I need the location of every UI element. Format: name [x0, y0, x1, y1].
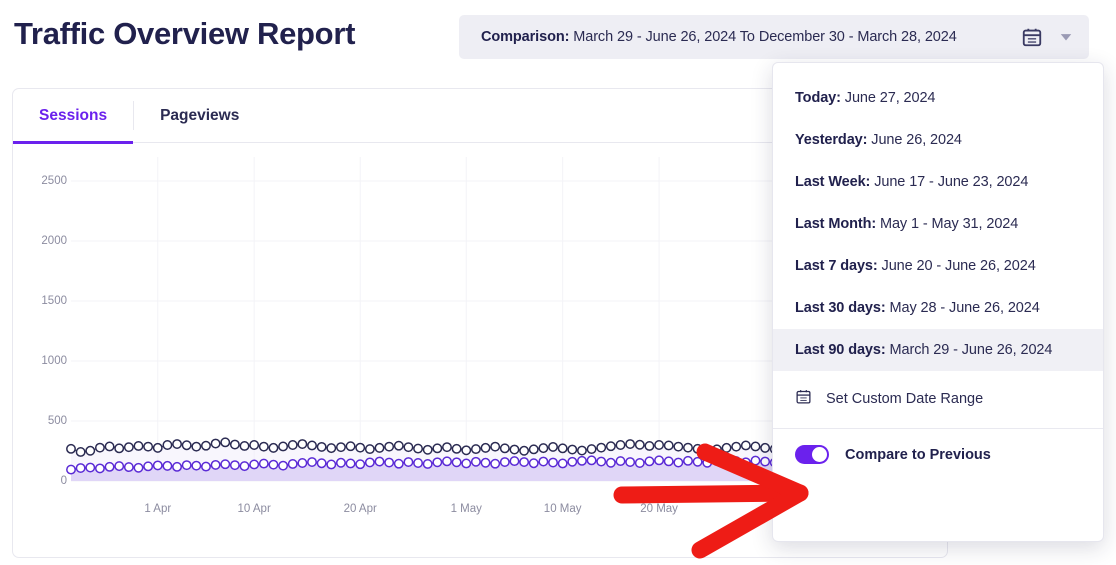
date-preset-term: Last Month:: [795, 216, 877, 232]
comparison-value: March 29 - June 26, 2024 To December 30 …: [573, 29, 957, 45]
set-custom-date-range-label: Set Custom Date Range: [826, 390, 984, 407]
traffic-overview-page: Traffic Overview Report Comparison: Marc…: [0, 0, 1116, 565]
set-custom-date-range-item[interactable]: Set Custom Date Range: [773, 375, 1103, 422]
date-preset-list: Today: June 27, 2024 Yesterday: June 26, …: [773, 63, 1103, 375]
date-preset-term: Today:: [795, 90, 841, 106]
date-preset-term: Last 90 days:: [795, 342, 886, 358]
calendar-icon[interactable]: [1021, 26, 1043, 48]
x-axis-tick-label: 1 May: [450, 503, 482, 515]
date-preset-item[interactable]: Today: June 27, 2024: [773, 77, 1103, 119]
date-preset-value: June 27, 2024: [840, 90, 936, 106]
y-axis-tick-label: 1000: [41, 355, 67, 367]
date-preset-value: June 26, 2024: [867, 132, 962, 148]
date-preset-item[interactable]: Last Week: June 17 - June 23, 2024: [773, 161, 1103, 203]
date-preset-item[interactable]: Last 7 days: June 20 - June 26, 2024: [773, 245, 1103, 287]
y-axis-tick-label: 0: [60, 475, 67, 487]
page-title: Traffic Overview Report: [14, 16, 356, 51]
date-preset-value: March 29 - June 26, 2024: [885, 342, 1053, 358]
toggle-knob: [812, 447, 827, 462]
y-axis-tick-label: 2000: [41, 235, 67, 247]
comparison-label: Comparison:: [481, 29, 570, 45]
y-axis-tick-label: 500: [47, 415, 67, 427]
x-axis-tick-label: 1 Apr: [144, 503, 172, 515]
date-preset-value: June 20 - June 26, 2024: [877, 258, 1036, 274]
comparison-date-selector[interactable]: Comparison: March 29 - June 26, 2024 To …: [459, 15, 1089, 59]
compare-to-previous-row[interactable]: Compare to Previous: [773, 429, 1103, 480]
y-axis-tick-label: 2500: [41, 175, 67, 187]
y-axis-labels: 0 500 1000 1500 2000 2500: [13, 143, 71, 487]
x-axis-tick-label: 10 Apr: [237, 503, 271, 515]
y-axis-tick-label: 1500: [41, 295, 67, 307]
date-preset-value: May 28 - June 26, 2024: [885, 300, 1040, 316]
date-preset-term: Last 30 days:: [795, 300, 886, 316]
x-axis-tick-label: 10 May: [543, 503, 582, 515]
date-preset-term: Yesterday:: [795, 132, 868, 148]
tab-sessions-label: Sessions: [39, 106, 108, 124]
date-range-dropdown: Today: June 27, 2024 Yesterday: June 26, …: [772, 62, 1104, 542]
comparison-text: Comparison: March 29 - June 26, 2024 To …: [481, 29, 957, 45]
date-preset-value: May 1 - May 31, 2024: [876, 216, 1019, 232]
x-axis-tick-label: 20 Apr: [343, 503, 377, 515]
date-preset-item[interactable]: Last Month: May 1 - May 31, 2024: [773, 203, 1103, 245]
chevron-down-icon[interactable]: [1059, 30, 1073, 44]
date-preset-term: Last Week:: [795, 174, 871, 190]
calendar-icon: [795, 388, 812, 409]
date-preset-value: June 17 - June 23, 2024: [870, 174, 1029, 190]
tab-pageviews-label: Pageviews: [160, 106, 240, 124]
date-preset-item[interactable]: Last 30 days: May 28 - June 26, 2024: [773, 287, 1103, 329]
date-preset-item[interactable]: Yesterday: June 26, 2024: [773, 119, 1103, 161]
x-axis-tick-label: 20 May: [640, 503, 678, 515]
date-preset-term: Last 7 days:: [795, 258, 878, 274]
compare-to-previous-toggle[interactable]: [795, 445, 829, 464]
compare-to-previous-label: Compare to Previous: [845, 446, 991, 463]
tab-pageviews[interactable]: Pageviews: [134, 89, 265, 142]
tab-sessions[interactable]: Sessions: [13, 89, 134, 144]
date-preset-item[interactable]: Last 90 days: March 29 - June 26, 2024: [773, 329, 1103, 371]
